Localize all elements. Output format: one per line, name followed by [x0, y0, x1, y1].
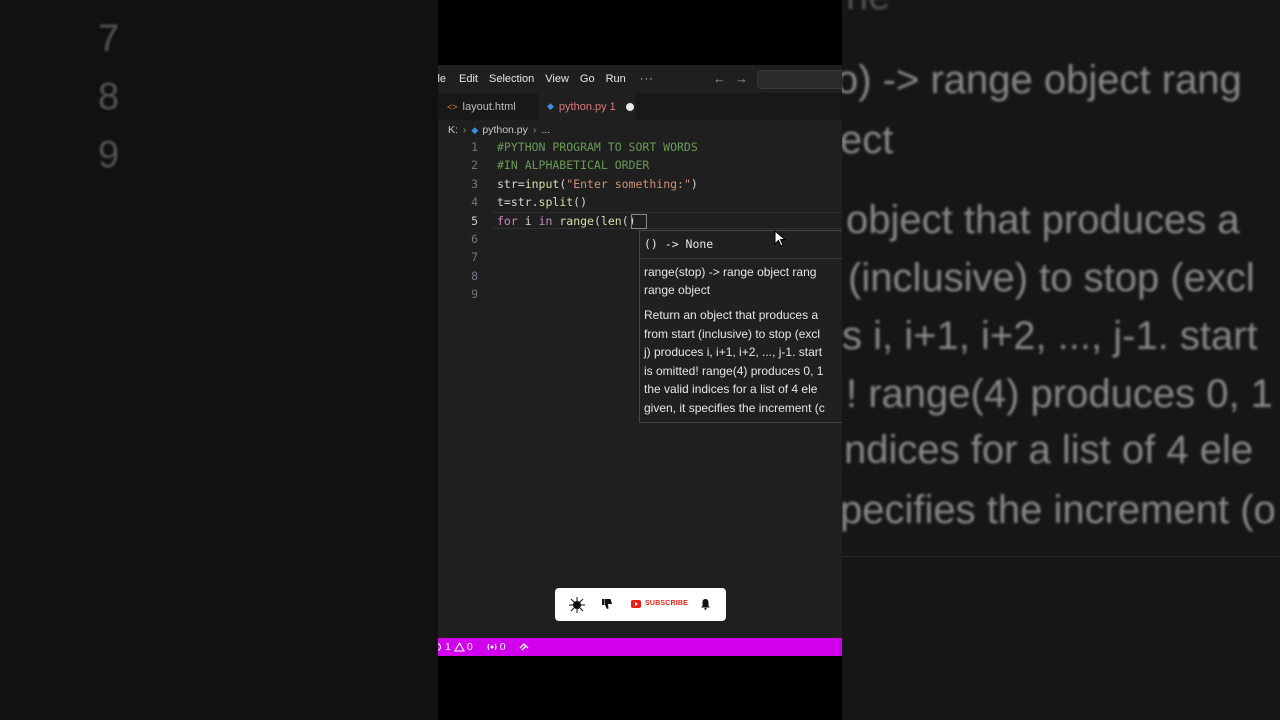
mouse-pointer-icon — [774, 230, 787, 247]
ports-count: 0 — [499, 641, 506, 653]
code-line[interactable]: #PYTHON PROGRAM TO SORT WORDS — [497, 140, 698, 154]
line-number: 1 — [471, 140, 478, 154]
bg-text-line: ect — [842, 118, 894, 162]
line-number: 7 — [471, 250, 478, 264]
code-line[interactable]: str=input("Enter something:") — [497, 177, 698, 191]
menu-bar: ile Edit Selection View Go Run ··· ← → — [438, 65, 842, 93]
command-center-search[interactable] — [757, 70, 842, 89]
ports-indicator[interactable]: 0 — [486, 641, 506, 653]
line-number: 2 — [471, 158, 478, 172]
line-number: 6 — [471, 232, 478, 246]
doc-line: from start (inclusive) to stop (excl — [644, 327, 821, 341]
python-file-icon: ◆ — [471, 124, 479, 135]
subscribe-overlay[interactable]: SUBSCRIBE — [555, 588, 726, 621]
line-number: 5 — [471, 214, 478, 228]
error-count: 1 — [445, 641, 451, 653]
code-line[interactable]: #IN ALPHABETICAL ORDER — [497, 158, 649, 172]
doc-line: given, it specifies the increment (c — [644, 401, 825, 415]
python-file-icon: ◆ — [547, 101, 554, 111]
bg-text-line: ne — [846, 0, 891, 19]
unsaved-dot-icon[interactable] — [625, 102, 634, 111]
line-number: 8 — [471, 269, 478, 283]
line-number: 4 — [471, 195, 478, 209]
breadcrumb-file[interactable]: python.py — [482, 124, 528, 136]
menu-more[interactable]: ··· — [640, 73, 654, 85]
tab-label: layout.html — [462, 100, 516, 113]
bell-icon[interactable] — [700, 598, 711, 610]
menu-go[interactable]: Go — [580, 73, 595, 85]
menu-view[interactable]: View — [545, 73, 569, 85]
chevron-right-icon: › — [462, 124, 467, 136]
bg-text-line: ! range(4) produces 0, 1 — [846, 372, 1273, 416]
back-arrow-icon[interactable]: ← — [713, 71, 726, 86]
radio-tower-icon — [487, 643, 497, 651]
doc-line: range(stop) -> range object rang — [644, 265, 817, 279]
line-number: 3 — [471, 177, 478, 191]
tab-label: python.py 1 — [558, 100, 616, 113]
bg-text-line: pecifies the increment (o — [842, 488, 1276, 532]
forward-arrow-icon[interactable]: → — [735, 71, 748, 86]
problems-indicator[interactable]: 1 0 — [438, 641, 473, 653]
bg-line-number: 8 — [98, 76, 120, 118]
status-bar: 1 0 0 — [438, 638, 842, 656]
menu-selection[interactable]: Selection — [489, 73, 534, 85]
tab-bar: <> layout.html ◆ python.py 1 — [438, 93, 842, 120]
remote-connection-icon[interactable] — [518, 641, 530, 653]
background-left-panel: 7 8 9 — [0, 0, 438, 720]
error-icon — [438, 643, 442, 651]
tab-python-py[interactable]: ◆ python.py 1 — [538, 93, 636, 120]
doc-line: the valid indices for a list of 4 ele — [644, 382, 818, 396]
line-number: 9 — [471, 287, 478, 301]
html-file-icon: <> — [447, 101, 458, 112]
breadcrumb-root[interactable]: K: — [448, 124, 458, 136]
code-editor[interactable]: 1 2 3 4 5 6 7 8 9 #PYTHON PROGRAM TO SOR… — [438, 140, 842, 638]
breadcrumb-symbols[interactable]: ... — [541, 124, 550, 136]
chevron-right-icon: › — [532, 124, 537, 136]
tab-layout-html[interactable]: <> layout.html — [438, 93, 538, 120]
warning-icon — [453, 642, 465, 652]
doc-line: range object — [644, 283, 711, 297]
bracket-match-highlight — [631, 214, 647, 229]
bg-text-line: object that produces a — [846, 198, 1240, 242]
bg-text-line: (inclusive) to stop (excl — [848, 256, 1255, 300]
menu-edit[interactable]: Edit — [459, 73, 478, 85]
bg-line-number: 7 — [98, 18, 120, 60]
doc-line: Return an object that produces a — [644, 308, 819, 322]
youtube-logo-icon — [631, 600, 641, 608]
code-line[interactable]: t=str.split() — [497, 195, 587, 209]
bg-text-line: ndices for a list of 4 ele — [844, 428, 1254, 472]
bg-text-line: o) -> range object rang — [842, 58, 1242, 102]
bg-divider — [842, 556, 1280, 557]
breadcrumb: K: › ◆ python.py › ... — [438, 120, 842, 140]
doc-line: j) produces i, i+1, i+2, ..., j-1. start — [644, 345, 823, 359]
doc-line: is omitted! range(4) produces 0, 1 — [644, 364, 824, 378]
menu-file[interactable]: ile — [438, 73, 446, 85]
background-right-panel: ne o) -> range object rang ect object th… — [842, 0, 1280, 720]
editor-window: ile Edit Selection View Go Run ··· ← → <… — [438, 0, 842, 720]
code-line[interactable]: for i in range(len() — [497, 214, 636, 228]
warning-count: 0 — [466, 641, 473, 653]
signature-help-popup[interactable]: () -> None range(stop) -> range object r… — [639, 230, 842, 423]
subscribe-button[interactable]: SUBSCRIBE — [645, 600, 688, 607]
popup-divider — [640, 258, 842, 259]
bg-text-line: s i, i+1, i+2, ..., j-1. start — [842, 314, 1258, 358]
thumbs-down-icon[interactable] — [601, 598, 613, 610]
thumbs-up-icon[interactable] — [569, 597, 585, 613]
bg-line-number: 9 — [98, 134, 120, 176]
menu-run[interactable]: Run — [606, 73, 626, 85]
signature-text: () -> None — [644, 237, 714, 251]
